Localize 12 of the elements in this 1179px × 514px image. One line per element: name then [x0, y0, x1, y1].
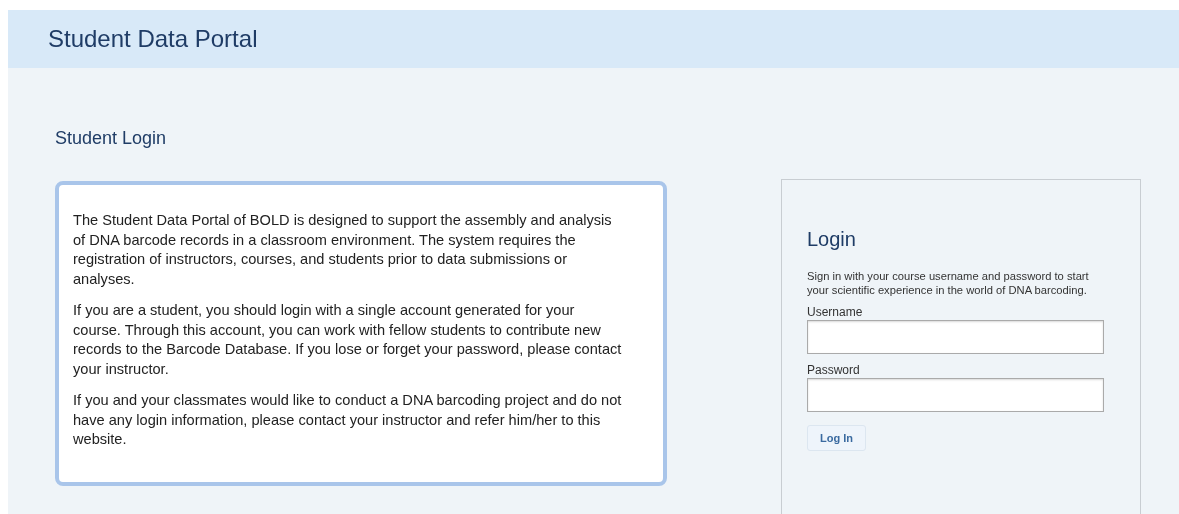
info-paragraph: If you are a student, you should login with a single account generated for your course. Through this account, you can work with fellow students to contribute new records to the Barcode Database. If you lose or forget your password, please contact your instructor. — [73, 301, 623, 379]
info-paragraph: The Student Data Portal of BOLD is designed to support the assembly and analysis of DNA barcode records in a classroom environment. The system requires the registration of instructors, courses, and students prior to data submissions or analyses. — [73, 211, 613, 289]
login-title: Login — [807, 228, 857, 251]
input-field[interactable] — [807, 320, 1104, 354]
login-button[interactable]: Log In — [807, 425, 866, 451]
info-paragraph: If you and your classmates would like to conduct a DNA barcoding project and do not have any login information, please contact your instructor and refer him/her to this website. — [73, 391, 623, 449]
field-label: Password — [807, 363, 861, 377]
login-description: Sign in with your course username and password to start your scientific experience in the world of DNA barcoding. — [807, 269, 1090, 297]
input-field[interactable] — [807, 378, 1104, 412]
portal-title: Student Data Portal — [48, 25, 258, 53]
field-label: Username — [807, 305, 864, 319]
section-title: Student Login — [55, 128, 168, 149]
